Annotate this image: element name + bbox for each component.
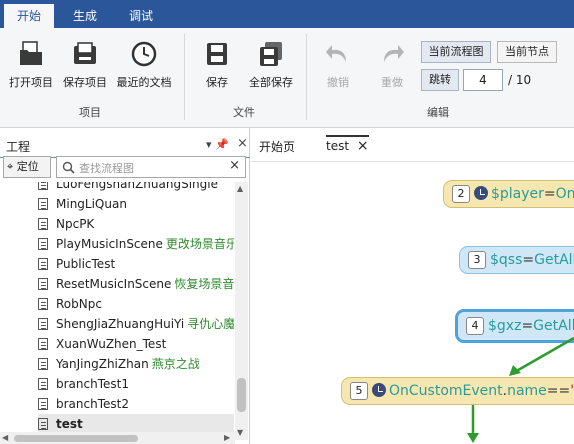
file-icon	[38, 418, 48, 430]
flow-node[interactable]: 5OnCustomEvent.name=="h	[341, 377, 574, 405]
list-item[interactable]: branchTest1	[38, 374, 234, 394]
flowchart-search-input[interactable]: 查找流程图 ×	[56, 156, 246, 178]
search-icon	[62, 161, 75, 174]
tab-build[interactable]: 生成	[62, 4, 108, 28]
arrow-head	[467, 433, 479, 443]
save-all-label: 全部保存	[249, 76, 293, 89]
search-clear-icon[interactable]: ×	[229, 158, 240, 173]
save-all-button[interactable]: 全部保存	[246, 40, 296, 96]
save-button[interactable]: 保存	[196, 40, 238, 96]
save-icon	[207, 43, 227, 65]
list-item[interactable]: XuanWuZhen_Test	[38, 334, 234, 354]
list-item[interactable]: YanJingZhiZhan 燕京之战	[38, 354, 234, 374]
list-item[interactable]: RobNpc	[38, 294, 234, 314]
ribbon: 打开项目 保存项目 最近的文档 项目 保存 全部保存 文件 撤销 重做 当前流程…	[0, 28, 574, 128]
ribbon-tab-bar: 开始 生成 调试	[0, 0, 574, 28]
undo-icon	[326, 45, 346, 62]
group-divider	[306, 34, 307, 120]
project-panel-header: 工程 ▾ 📌 ×	[0, 136, 250, 158]
save-label: 保存	[206, 76, 228, 89]
current-node-button[interactable]: 当前节点	[497, 41, 557, 63]
recent-docs-button[interactable]: 最近的文档	[114, 40, 174, 96]
list-item[interactable]: NpcPK	[38, 214, 234, 234]
scroll-down-icon[interactable]: ▼	[237, 428, 243, 437]
redo-label: 重做	[381, 76, 403, 89]
recent-docs-label: 最近的文档	[116, 76, 172, 89]
list-item-selected[interactable]: test	[38, 414, 234, 432]
node-number: 5	[350, 382, 368, 400]
tab-start-page[interactable]: 开始页	[259, 138, 295, 155]
undo-button[interactable]: 撤销	[320, 40, 356, 96]
file-icon	[38, 358, 48, 370]
project-group-label: 项目	[79, 106, 101, 119]
project-panel: 工程 ▾ 📌 × ⌖ 定位 查找流程图 × LuoFengshanZhuangS…	[0, 128, 250, 444]
file-icon	[38, 238, 48, 250]
tab-start[interactable]: 开始	[4, 4, 54, 28]
flowchart-tree: LuoFengshanZhuangSingle MingLiQuan NpcPK…	[0, 182, 234, 432]
panel-close-icon[interactable]: ×	[237, 136, 248, 151]
file-icon	[38, 258, 48, 270]
current-flowchart-button[interactable]: 当前流程图	[421, 41, 491, 63]
locate-button[interactable]: ⌖ 定位	[3, 156, 51, 178]
file-icon	[38, 298, 48, 310]
scroll-right-icon[interactable]: ▶	[224, 433, 230, 442]
open-folder-icon	[20, 41, 42, 65]
list-item[interactable]: PublicTest	[38, 254, 234, 274]
file-icon	[38, 378, 48, 390]
open-project-label: 打开项目	[9, 76, 53, 89]
redo-button[interactable]: 重做	[374, 40, 410, 96]
page-number-input[interactable]: 4	[463, 69, 503, 91]
scroll-up-icon[interactable]: ▲	[237, 184, 243, 193]
list-item[interactable]: MingLiQuan	[38, 194, 234, 214]
search-placeholder: 查找流程图	[79, 162, 134, 175]
file-icon	[38, 318, 48, 330]
scroll-thumb[interactable]	[14, 435, 138, 442]
open-project-button[interactable]: 打开项目	[6, 40, 56, 96]
connector-arrow	[512, 336, 574, 375]
edit-group-label: 编辑	[427, 106, 449, 119]
page-total: / 10	[508, 73, 532, 87]
tree-horizontal-scrollbar[interactable]: ◀ ▶	[0, 432, 235, 444]
file-icon	[38, 278, 48, 290]
scroll-left-icon[interactable]: ◀	[2, 433, 8, 442]
list-item[interactable]: ResetMusicInScene恢复场景音乐	[38, 274, 234, 294]
file-icon	[38, 182, 48, 190]
group-divider	[184, 34, 185, 120]
tab-debug[interactable]: 调试	[118, 4, 164, 28]
document-tabs: 开始页 test ×	[251, 128, 574, 162]
save-project-button[interactable]: 保存项目	[60, 40, 110, 96]
list-item[interactable]: LuoFengshanZhuangSingle	[38, 182, 234, 194]
clock-icon	[131, 41, 157, 67]
locate-label: 定位	[16, 160, 39, 173]
file-icon	[38, 338, 48, 350]
file-icon	[38, 398, 48, 410]
tab-test[interactable]: test ×	[326, 135, 369, 154]
file-group-label: 文件	[233, 106, 255, 119]
file-icon	[38, 218, 48, 230]
list-item[interactable]: branchTest2	[38, 394, 234, 414]
crosshair-icon: ⌖	[7, 160, 14, 173]
project-panel-title: 工程	[6, 140, 31, 154]
list-item[interactable]: ShengJiaZhuangHuiYi 寻仇心魔	[38, 314, 234, 334]
tab-close-icon[interactable]: ×	[357, 138, 369, 154]
save-all-icon	[260, 42, 282, 66]
pin-icon[interactable]: ▾ 📌	[206, 138, 229, 151]
scroll-thumb[interactable]	[237, 378, 246, 412]
tree-vertical-scrollbar[interactable]: ▲ ▼	[235, 182, 248, 440]
list-item[interactable]: PlayMusicInScene 更改场景音乐	[38, 234, 234, 254]
tab-test-label: test	[326, 139, 350, 153]
undo-label: 撤销	[327, 76, 349, 89]
jump-button[interactable]: 跳转	[421, 69, 459, 91]
save-project-icon	[74, 42, 96, 64]
flowchart-canvas[interactable]: 2$player=OnP 3$qss=GetAllC 4$gxz=GetAllC…	[251, 163, 574, 444]
file-icon	[38, 198, 48, 210]
clock-icon	[372, 383, 386, 397]
redo-icon	[384, 45, 404, 62]
save-project-label: 保存项目	[63, 76, 107, 89]
